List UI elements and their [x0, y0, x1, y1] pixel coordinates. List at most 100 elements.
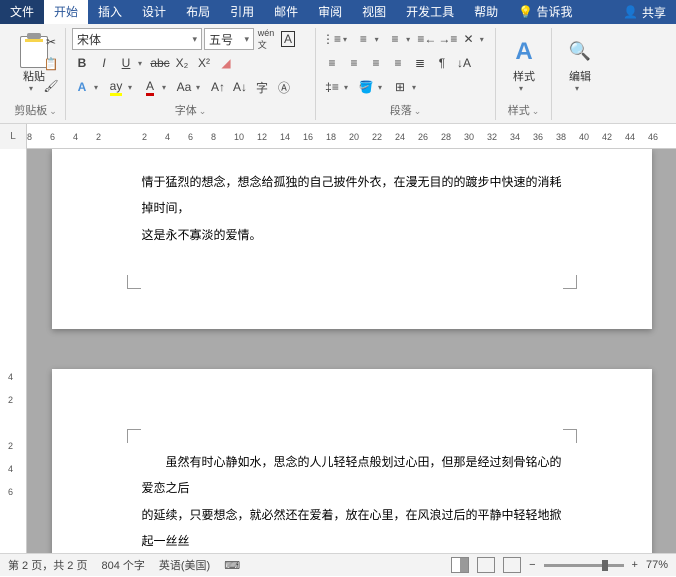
change-case-button[interactable]: Aa [174, 77, 194, 97]
document-scroll-area[interactable]: 情于猛烈的想念，想念给孤独的自己披件外衣，在漫无目的的踱步中快速的消耗掉时间， … [27, 149, 676, 553]
cut-button[interactable]: ✂ [41, 32, 61, 52]
read-mode-button[interactable] [451, 557, 469, 573]
brush-icon: 🖌 [43, 79, 58, 93]
font-size-select[interactable]: 五号 [204, 28, 254, 50]
enclose-icon: 字 [256, 79, 268, 96]
enclose-char-button[interactable]: 字 [252, 77, 272, 97]
zoom-out-button[interactable]: − [529, 559, 535, 571]
menu-review[interactable]: 审阅 [308, 0, 352, 24]
numbering-icon: ≡ [360, 32, 367, 46]
borders-button[interactable]: ⊞ [390, 77, 410, 97]
wen-icon: wén文 [258, 28, 275, 51]
numbering-button[interactable]: ≡ [354, 29, 372, 49]
zoom-slider[interactable] [544, 564, 624, 567]
menu-tell[interactable]: 💡 告诉我 [508, 0, 582, 24]
border-icon: ⊞ [395, 80, 405, 94]
page-2[interactable]: 虽然有时心静如水，思念的人儿轻轻点般划过心田，但那是经过刻骨铭心的爱恋之后 的延… [52, 369, 652, 553]
styles-icon: A [510, 38, 538, 66]
menu-home[interactable]: 开始 [44, 0, 88, 24]
clear-format-button[interactable]: ◢ [216, 53, 236, 73]
scissors-icon: ✂ [46, 35, 56, 49]
copy-icon: 📋 [44, 57, 59, 71]
shrink-font-button[interactable]: A↓ [230, 77, 250, 97]
status-insert-mode[interactable]: ⌨ [224, 559, 240, 572]
zoom-percent[interactable]: 77% [646, 559, 668, 571]
shading-button[interactable]: 🪣 [356, 77, 376, 97]
subscript-icon: X₂ [176, 56, 189, 70]
show-marks-button[interactable]: ¶ [432, 53, 452, 73]
bullets-icon: ⋮≡ [322, 32, 341, 46]
italic-button[interactable]: I [94, 53, 114, 73]
align-center-button[interactable]: ≡ [344, 53, 364, 73]
distribute-icon: ≣ [415, 56, 425, 70]
phonetic-button[interactable]: wén文 [256, 29, 276, 49]
bold-button[interactable]: B [72, 53, 92, 73]
increase-indent-button[interactable]: →≡ [438, 29, 457, 49]
a-border-icon: A [281, 31, 295, 47]
multilevel-button[interactable]: ≡ [386, 29, 404, 49]
menu-view[interactable]: 视图 [352, 0, 396, 24]
menu-design[interactable]: 设计 [132, 0, 176, 24]
format-painter-button[interactable]: 🖌 [41, 76, 61, 96]
italic-icon: I [102, 56, 105, 70]
text-effects-button[interactable]: A [72, 77, 92, 97]
menu-layout[interactable]: 布局 [176, 0, 220, 24]
char-border-button[interactable]: A [278, 29, 298, 49]
line-spacing-button[interactable]: ‡≡ [322, 77, 342, 97]
menu-insert[interactable]: 插入 [88, 0, 132, 24]
superscript-button[interactable]: X² [194, 53, 214, 73]
horizontal-ruler[interactable]: 8642246810121416182022242628303234363840… [27, 124, 676, 148]
align-right-button[interactable]: ≡ [366, 53, 386, 73]
circle-char-button[interactable]: Ⓐ [274, 77, 294, 97]
grow-font-button[interactable]: A↑ [208, 77, 228, 97]
status-words[interactable]: 804 个字 [101, 557, 144, 573]
zoom-in-button[interactable]: + [632, 559, 638, 571]
align-right-icon: ≡ [372, 56, 379, 70]
status-page[interactable]: 第 2 页，共 2 页 [8, 557, 87, 573]
vertical-ruler[interactable]: 42246 [0, 149, 27, 553]
highlight-button[interactable]: ay [106, 77, 126, 97]
underline-button[interactable]: U [116, 53, 136, 73]
menu-ref[interactable]: 引用 [220, 0, 264, 24]
strike-button[interactable]: abc [150, 53, 170, 73]
eraser-icon: ◢ [221, 56, 230, 70]
asian-layout-button[interactable]: ✕ [459, 29, 477, 49]
body-text: 的延续，只要想念，就必然还在爱着，放在心里，在风浪过后的平静中轻轻地掀起一丝丝 [142, 502, 562, 553]
status-lang[interactable]: 英语(美国) [159, 557, 210, 573]
styles-button[interactable]: A 样式 ▾ [502, 28, 546, 102]
case-icon: Aa [177, 80, 192, 94]
menu-file[interactable]: 文件 [0, 0, 44, 24]
page-1[interactable]: 情于猛烈的想念，想念给孤独的自己披件外衣，在漫无目的的踱步中快速的消耗掉时间， … [52, 149, 652, 329]
print-layout-button[interactable] [477, 557, 495, 573]
font-color-button[interactable]: A [140, 77, 160, 97]
menu-help[interactable]: 帮助 [464, 0, 508, 24]
align-left-button[interactable]: ≡ [322, 53, 342, 73]
bullets-button[interactable]: ⋮≡ [322, 29, 341, 49]
menu-dev[interactable]: 开发工具 [396, 0, 464, 24]
line-spacing-icon: ‡≡ [325, 80, 339, 94]
align-justify-button[interactable]: ≡ [388, 53, 408, 73]
align-left-icon: ≡ [328, 56, 335, 70]
sort-button[interactable]: ↓A [454, 53, 474, 73]
underline-icon: U [122, 56, 131, 70]
indent-icon: →≡ [438, 32, 457, 46]
pilcrow-icon: ¶ [439, 56, 445, 70]
strike-icon: abc [150, 56, 169, 70]
highlight-icon: ay [110, 79, 123, 96]
font-name-select[interactable]: 宋体 [72, 28, 202, 50]
font-group-label: 字体 [66, 102, 315, 120]
asian-icon: ✕ [464, 32, 474, 46]
shrink-font-icon: A↓ [233, 80, 247, 94]
share-button[interactable]: 👤共享 [613, 4, 676, 21]
distribute-button[interactable]: ≣ [410, 53, 430, 73]
copy-button[interactable]: 📋 [41, 54, 61, 74]
web-layout-button[interactable] [503, 557, 521, 573]
edit-button[interactable]: 🔍 编辑 ▾ [558, 28, 602, 102]
sort-icon: ↓A [457, 56, 471, 70]
ruler-corner[interactable]: L [0, 124, 27, 149]
decrease-indent-button[interactable]: ≡← [417, 29, 436, 49]
crop-mark [127, 429, 141, 443]
menu-mail[interactable]: 邮件 [264, 0, 308, 24]
styles-group-label: 样式 [496, 102, 551, 120]
subscript-button[interactable]: X₂ [172, 53, 192, 73]
